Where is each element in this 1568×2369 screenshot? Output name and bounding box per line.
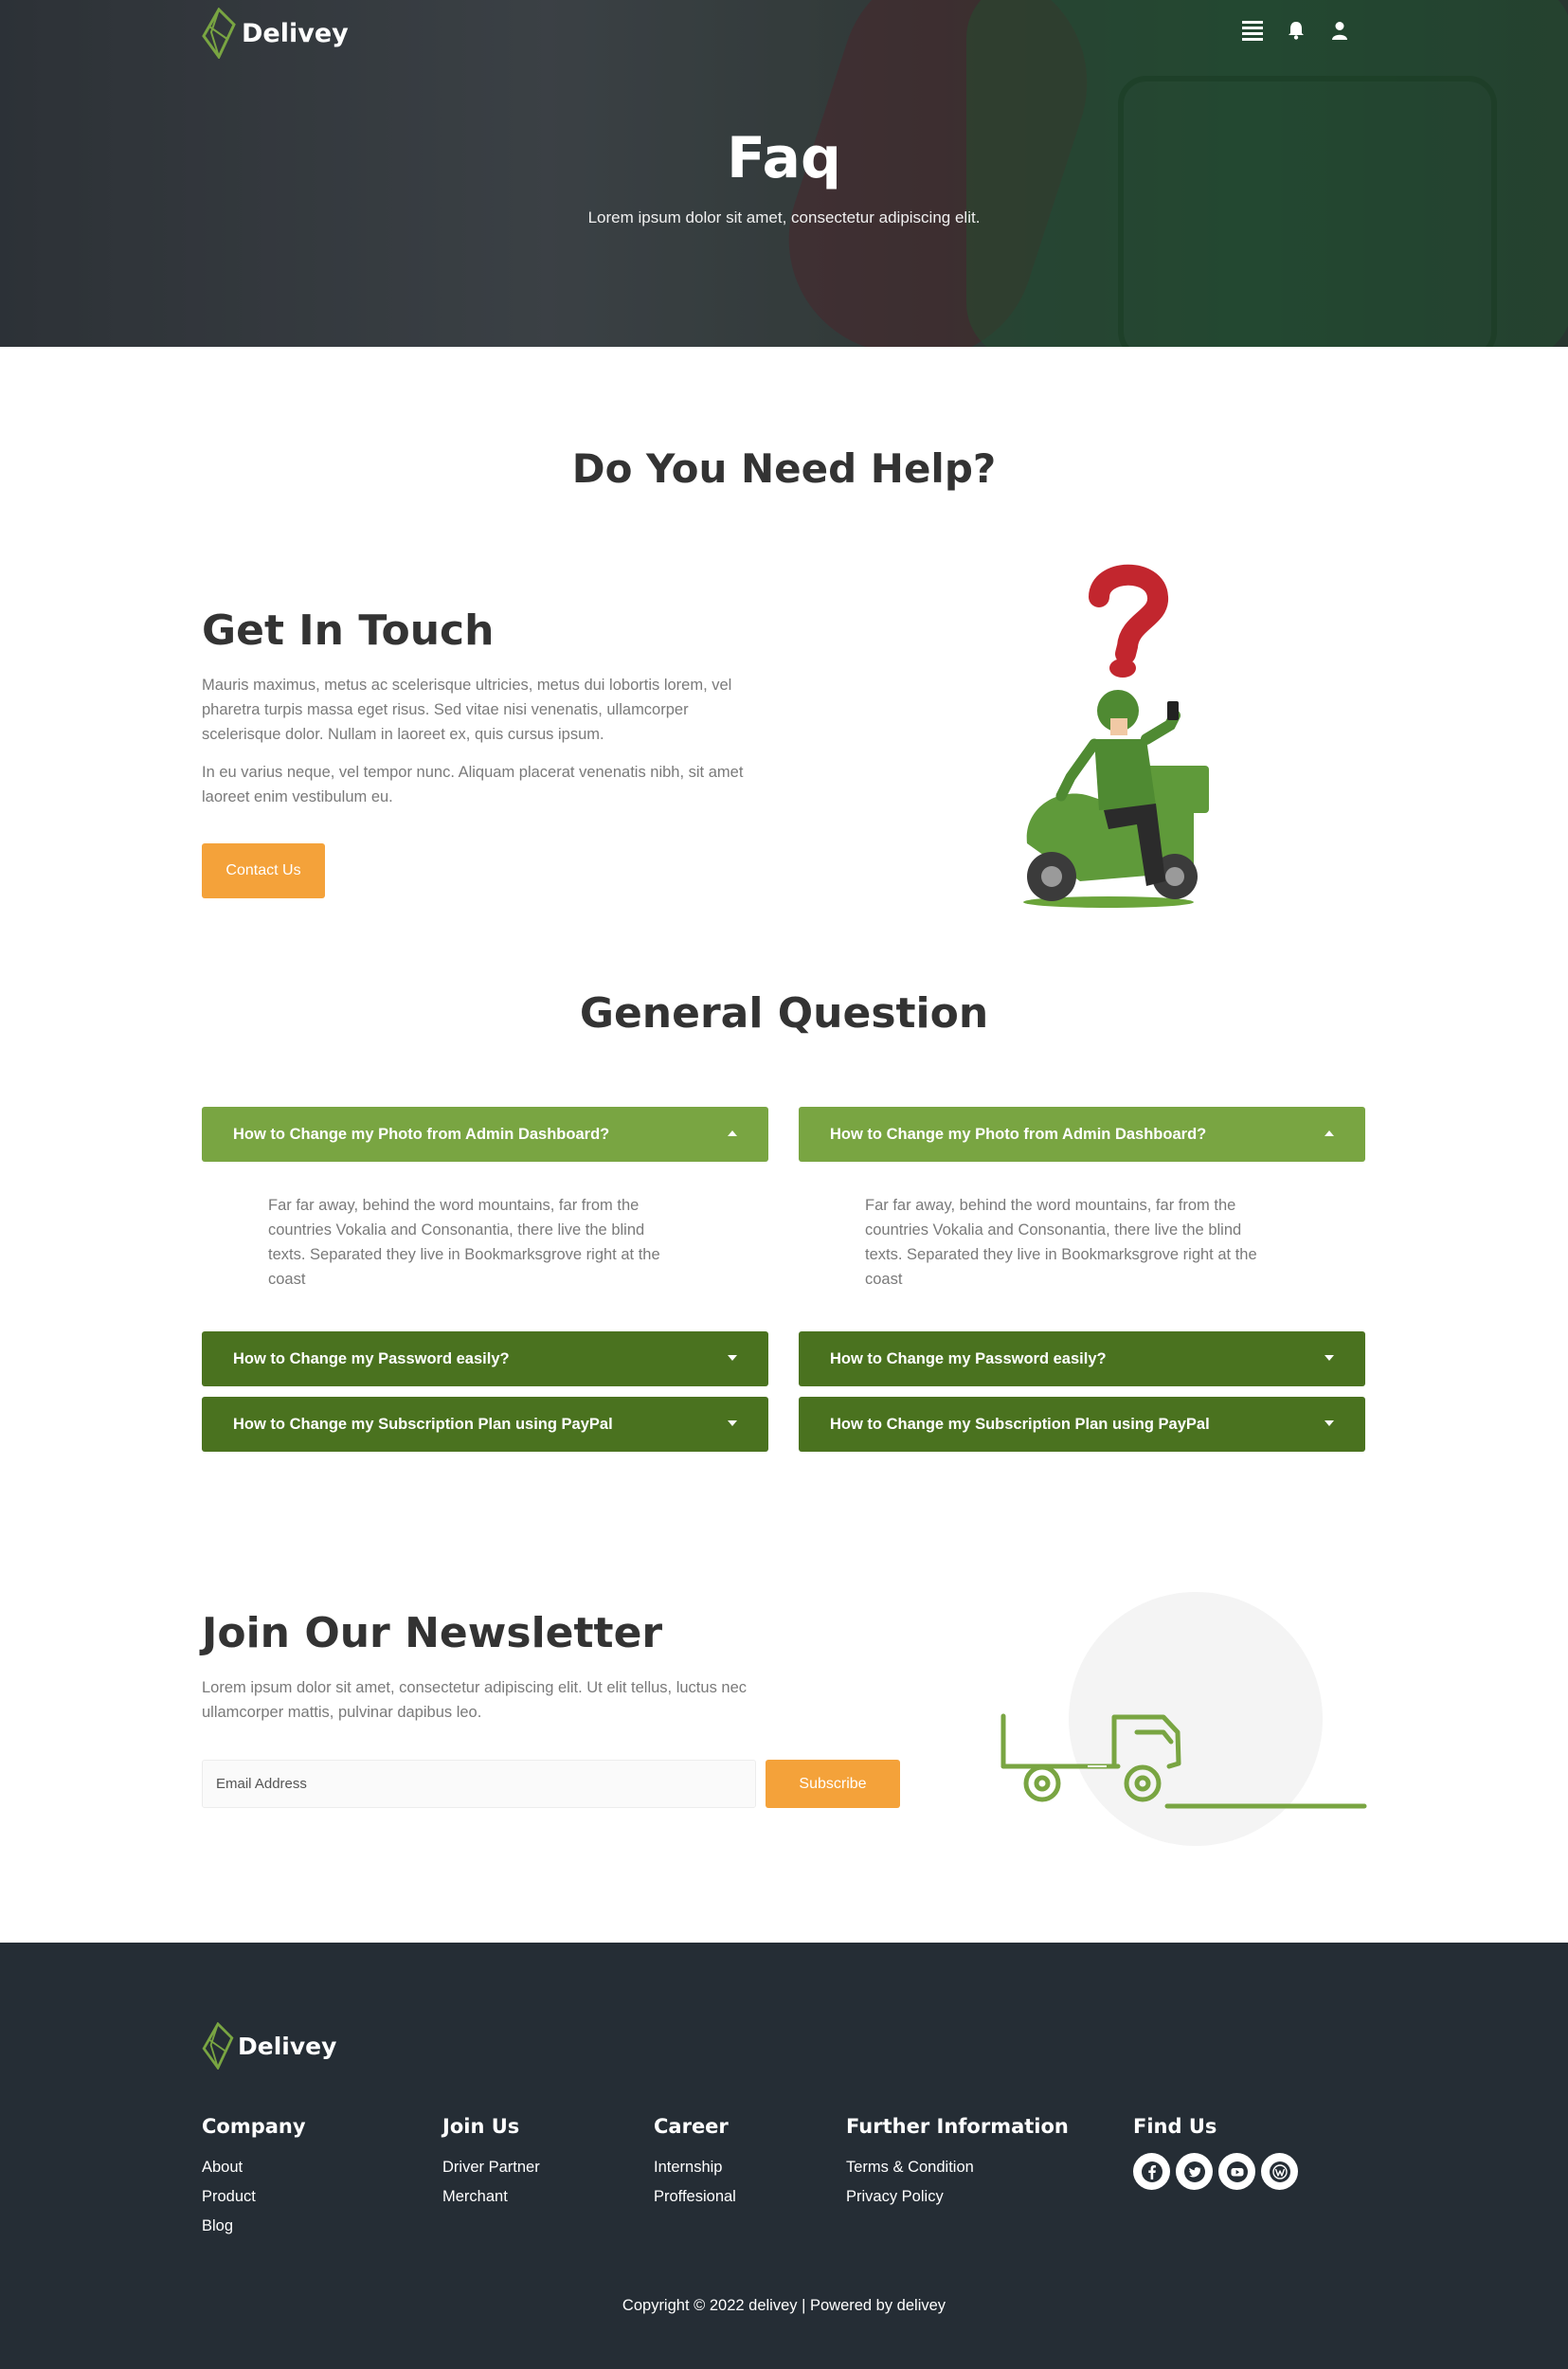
- faq-question: How to Change my Password easily?: [233, 1349, 510, 1367]
- page-subtitle: Lorem ipsum dolor sit amet, consectetur …: [587, 208, 981, 226]
- footer-column-career: Career Internship Proffesional: [654, 2115, 736, 2212]
- contact-us-button[interactable]: Contact Us: [202, 843, 325, 898]
- email-field[interactable]: [202, 1760, 756, 1808]
- footer-column-title: Find Us: [1133, 2115, 1217, 2138]
- header-icons: [1241, 19, 1351, 42]
- wordpress-icon[interactable]: [1261, 2153, 1298, 2190]
- footer-link-proffesional[interactable]: Proffesional: [654, 2182, 736, 2212]
- faq-item-password-toggle[interactable]: How to Change my Password easily?: [799, 1331, 1365, 1386]
- newsletter-text: Lorem ipsum dolor sit amet, consectetur …: [202, 1679, 748, 1721]
- footer-link-blog[interactable]: Blog: [202, 2212, 306, 2241]
- menu-icon[interactable]: [1241, 19, 1264, 42]
- faq-question: How to Change my Password easily?: [830, 1349, 1107, 1367]
- get-in-touch-paragraph-2: In eu varius neque, vel tempor nunc. Ali…: [202, 764, 744, 805]
- faq-question: How to Change my Photo from Admin Dashbo…: [233, 1125, 610, 1143]
- faq-question: How to Change my Photo from Admin Dashbo…: [830, 1125, 1207, 1143]
- faq-item-password-toggle[interactable]: How to Change my Password easily?: [202, 1331, 768, 1386]
- faq-item-photo-toggle[interactable]: How to Change my Photo from Admin Dashbo…: [799, 1107, 1365, 1162]
- footer-column-title: Career: [654, 2115, 729, 2138]
- copyright-text: Copyright © 2022 delivey | Powered by de…: [622, 2297, 946, 2314]
- footer-link-privacy[interactable]: Privacy Policy: [846, 2182, 1069, 2212]
- page-title: Faq: [727, 125, 841, 191]
- caret-up-icon: [728, 1130, 737, 1136]
- faq-item-photo-toggle[interactable]: How to Change my Photo from Admin Dashbo…: [202, 1107, 768, 1162]
- footer-link-about[interactable]: About: [202, 2153, 306, 2182]
- bell-icon[interactable]: [1285, 19, 1307, 42]
- faq-item-subscription-toggle[interactable]: How to Change my Subscription Plan using…: [799, 1397, 1365, 1452]
- footer-column-find-us: Find Us: [1133, 2115, 1298, 2190]
- caret-down-icon: [728, 1355, 737, 1361]
- logo-text: Delivey: [242, 18, 349, 48]
- footer-column-join-us: Join Us Driver Partner Merchant: [442, 2115, 540, 2212]
- faq-column-left: How to Change my Photo from Admin Dashbo…: [202, 1107, 768, 1452]
- faq-column-right: How to Change my Photo from Admin Dashbo…: [799, 1107, 1365, 1452]
- delivery-rider-illustration: [1023, 564, 1209, 908]
- footer-link-product[interactable]: Product: [202, 2182, 306, 2212]
- logo-text: Delivey: [238, 2032, 337, 2060]
- logo-icon: [202, 8, 236, 59]
- caret-up-icon: [1325, 1130, 1334, 1136]
- faq-spacer: [202, 1386, 768, 1397]
- user-icon[interactable]: [1328, 19, 1351, 42]
- general-question-heading: General Question: [579, 989, 989, 1038]
- delivery-truck-illustration: [1000, 1592, 1367, 1846]
- footer-link-merchant[interactable]: Merchant: [442, 2182, 540, 2212]
- footer-column-further-information: Further Information Terms & Condition Pr…: [846, 2115, 1069, 2212]
- faq-answer: Far far away, behind the word mountains,…: [865, 1197, 1257, 1288]
- footer-logo[interactable]: Delivey: [202, 2022, 336, 2070]
- header-logo[interactable]: Delivey: [202, 8, 349, 59]
- caret-down-icon: [1325, 1355, 1334, 1361]
- footer-column-company: Company About Product Blog: [202, 2115, 306, 2241]
- subscribe-button[interactable]: Subscribe: [766, 1760, 900, 1808]
- faq-question: How to Change my Subscription Plan using…: [233, 1415, 613, 1433]
- faq-item-subscription-toggle[interactable]: How to Change my Subscription Plan using…: [202, 1397, 768, 1452]
- footer-link-internship[interactable]: Internship: [654, 2153, 736, 2182]
- footer-link-driver-partner[interactable]: Driver Partner: [442, 2153, 540, 2182]
- faq-question: How to Change my Subscription Plan using…: [830, 1415, 1210, 1433]
- get-in-touch-heading: Get In Touch: [202, 606, 495, 655]
- youtube-icon[interactable]: [1218, 2153, 1255, 2190]
- facebook-icon[interactable]: [1133, 2153, 1170, 2190]
- caret-down-icon: [1325, 1420, 1334, 1426]
- twitter-icon[interactable]: [1176, 2153, 1213, 2190]
- footer-column-title: Further Information: [846, 2115, 1069, 2138]
- get-in-touch-paragraph-1: Mauris maximus, metus ac scelerisque ult…: [202, 677, 732, 743]
- faq-answer: Far far away, behind the word mountains,…: [268, 1197, 660, 1288]
- social-links: [1133, 2153, 1298, 2190]
- caret-down-icon: [728, 1420, 737, 1426]
- footer-column-title: Company: [202, 2115, 306, 2138]
- logo-icon: [202, 2022, 234, 2070]
- footer-column-title: Join Us: [442, 2115, 520, 2138]
- footer-link-terms[interactable]: Terms & Condition: [846, 2153, 1069, 2182]
- newsletter-heading: Join Our Newsletter: [202, 1609, 663, 1657]
- help-heading: Do You Need Help?: [571, 445, 997, 492]
- faq-spacer: [799, 1386, 1365, 1397]
